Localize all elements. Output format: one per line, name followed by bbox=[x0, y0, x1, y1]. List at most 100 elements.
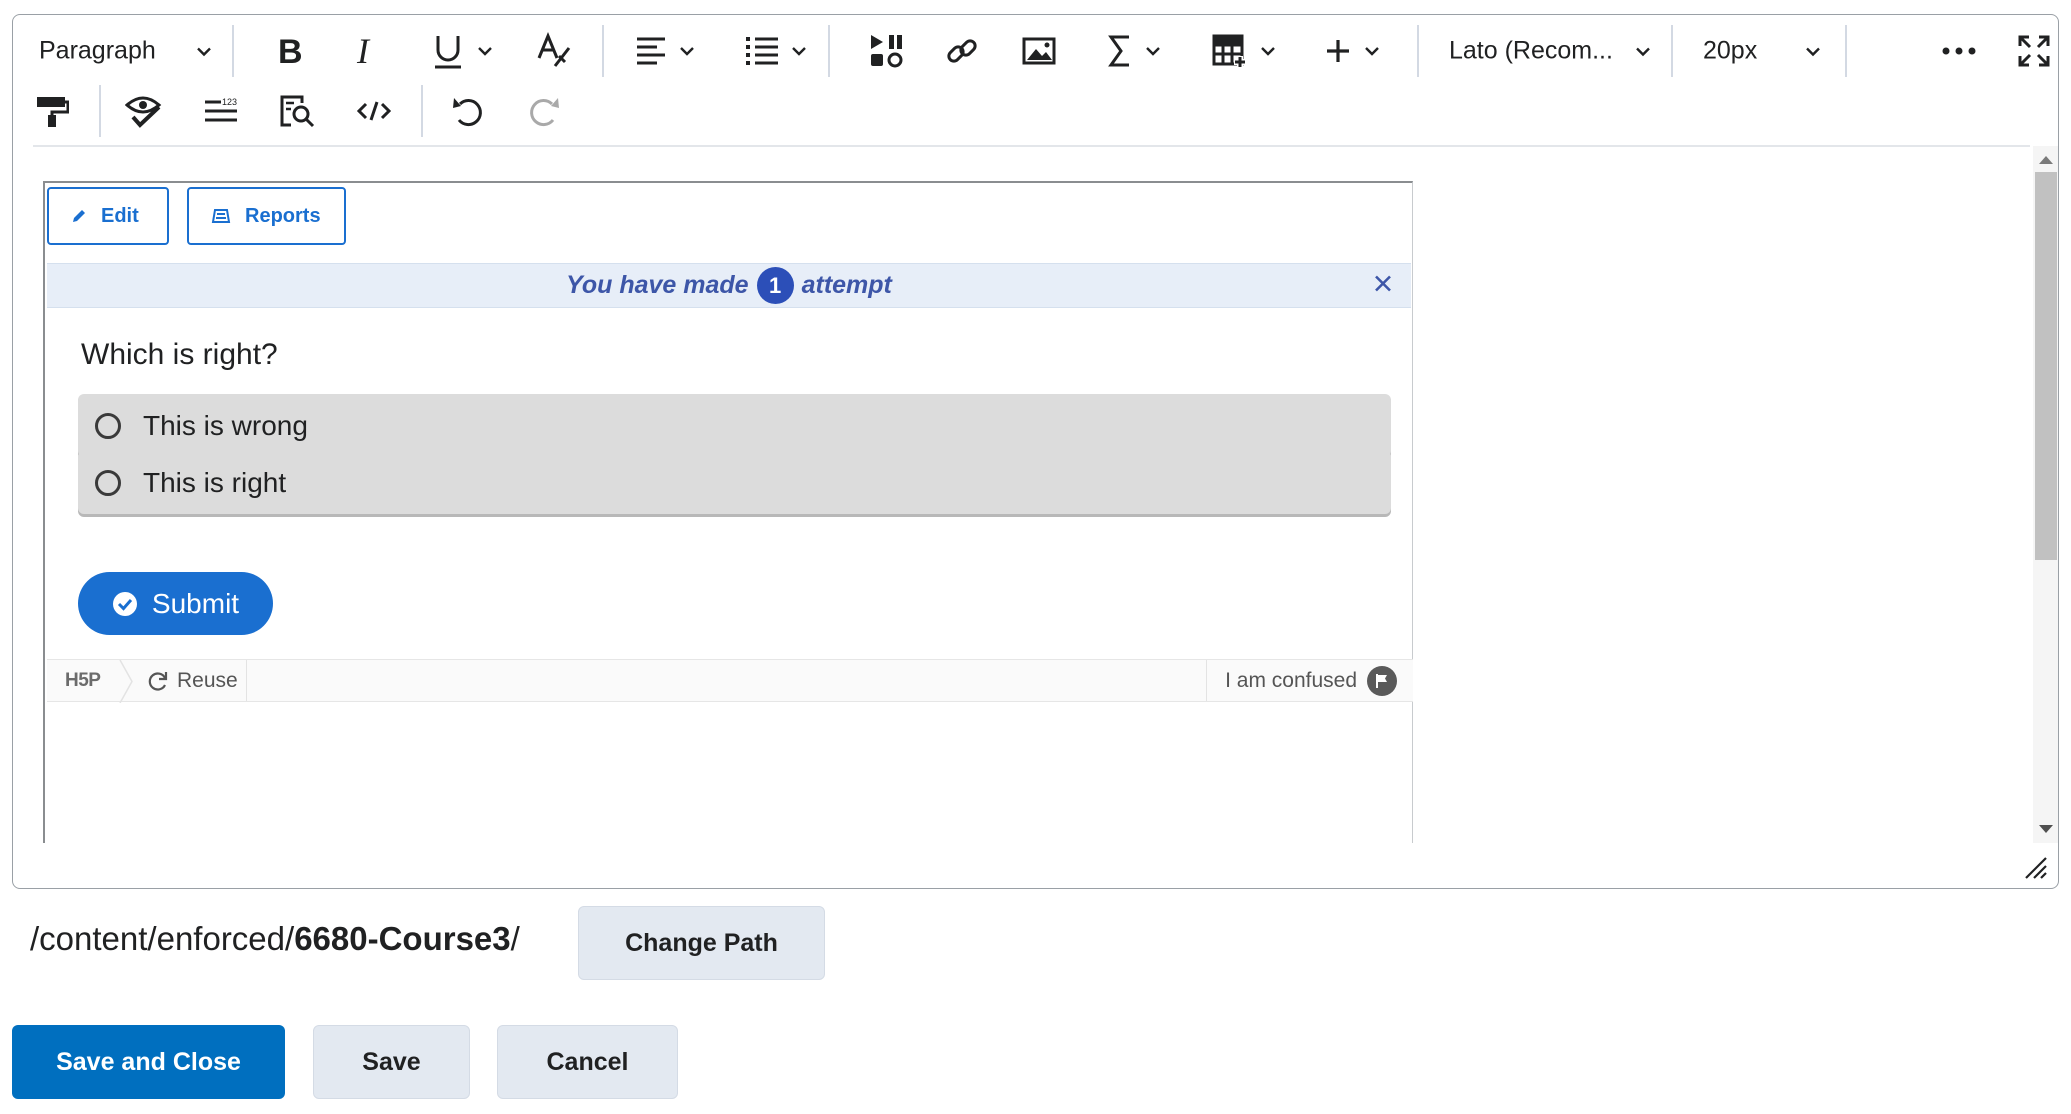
redo-icon bbox=[530, 98, 559, 127]
resize-handle-icon[interactable] bbox=[2022, 854, 2048, 880]
footer-separator bbox=[1206, 660, 1207, 701]
chevron-down-icon bbox=[1261, 47, 1275, 56]
answer-option[interactable]: This is right bbox=[78, 451, 1391, 514]
footer-separator bbox=[246, 660, 247, 701]
path-suffix: / bbox=[510, 920, 520, 957]
question-text: Which is right? bbox=[81, 338, 278, 371]
path-prefix: /content/enforced/ bbox=[30, 920, 295, 957]
reuse-button[interactable]: Reuse bbox=[147, 669, 238, 693]
align-dropdown[interactable] bbox=[635, 36, 697, 66]
refresh-icon bbox=[148, 671, 168, 691]
source-code-button[interactable] bbox=[357, 100, 391, 122]
flag-icon bbox=[1367, 665, 1397, 696]
h5p-edit-label: Edit bbox=[101, 204, 139, 227]
font-size-dropdown[interactable]: 20px bbox=[1703, 37, 1823, 66]
word-count-button[interactable]: 123 bbox=[203, 96, 239, 126]
content-scrollbar[interactable] bbox=[2033, 146, 2058, 843]
font-size-value: 20px bbox=[1703, 36, 1758, 65]
find-replace-button[interactable] bbox=[279, 94, 317, 128]
h5p-embed: Edit Reports You have made 1 attempt Whi… bbox=[43, 181, 1413, 843]
submit-label: Submit bbox=[151, 587, 240, 619]
underline-button[interactable] bbox=[431, 32, 495, 70]
format-painter-button[interactable] bbox=[35, 94, 69, 128]
chevron-down-icon bbox=[680, 47, 694, 56]
redo-button[interactable] bbox=[527, 94, 561, 128]
answer-option[interactable]: This is wrong bbox=[78, 394, 1391, 457]
font-family-value: Lato (Recom... bbox=[1449, 36, 1613, 65]
content-path: /content/enforced/6680-Course3/ bbox=[30, 920, 520, 958]
toolbar-separator bbox=[1417, 25, 1419, 77]
italic-icon: I bbox=[356, 34, 371, 68]
chevron-down-icon bbox=[792, 47, 806, 56]
align-left-icon bbox=[637, 37, 665, 65]
radio-icon bbox=[95, 412, 121, 439]
table-dropdown[interactable] bbox=[1212, 34, 1278, 68]
insert-stuff-button[interactable] bbox=[869, 33, 903, 69]
chevron-down-icon bbox=[478, 47, 492, 56]
text-style-icon bbox=[537, 32, 571, 67]
toolbar-separator bbox=[232, 25, 234, 77]
toolbar-row-1: Paragraph B I Lato (Recom... 20px bbox=[13, 21, 2058, 81]
attempt-count-badge: 1 bbox=[756, 267, 794, 304]
undo-button[interactable] bbox=[451, 94, 485, 128]
change-path-button[interactable]: Change Path bbox=[578, 906, 825, 980]
bold-icon: B bbox=[278, 34, 303, 68]
h5p-reports-button[interactable]: Reports bbox=[187, 187, 346, 245]
h5p-reports-label: Reports bbox=[245, 204, 321, 227]
undo-icon bbox=[453, 98, 482, 127]
word-count-icon: 123 bbox=[205, 97, 237, 122]
confused-button[interactable]: I am confused bbox=[1225, 665, 1397, 696]
code-icon bbox=[357, 101, 391, 121]
attempt-suffix: attempt bbox=[801, 271, 892, 299]
font-family-dropdown[interactable]: Lato (Recom... bbox=[1449, 37, 1653, 66]
equation-dropdown[interactable] bbox=[1107, 34, 1163, 68]
find-replace-icon bbox=[280, 95, 315, 128]
block-format-label: Paragraph bbox=[39, 36, 156, 65]
attempt-close-button[interactable] bbox=[1373, 271, 1393, 300]
toolbar-separator bbox=[1671, 25, 1673, 77]
block-format-dropdown[interactable]: Paragraph bbox=[39, 37, 214, 66]
cancel-button[interactable]: Cancel bbox=[497, 1025, 678, 1099]
rich-text-editor: Paragraph B I Lato (Recom... 20px 123 Ed… bbox=[12, 14, 2059, 889]
insert-link-button[interactable] bbox=[945, 34, 979, 68]
submit-button[interactable]: Submit bbox=[78, 572, 273, 635]
reports-icon bbox=[211, 209, 231, 223]
scroll-thumb[interactable] bbox=[2035, 172, 2057, 560]
fullscreen-icon bbox=[2018, 35, 2050, 67]
footer-divider-chevron bbox=[119, 660, 133, 703]
check-circle-icon bbox=[112, 591, 137, 616]
more-actions-button[interactable] bbox=[1942, 46, 1976, 56]
text-color-button[interactable] bbox=[535, 32, 573, 70]
save-button[interactable]: Save bbox=[313, 1025, 470, 1099]
toolbar-separator bbox=[828, 25, 830, 77]
reuse-label: Reuse bbox=[177, 668, 238, 692]
accessibility-checker-button[interactable] bbox=[125, 93, 163, 129]
h5p-edit-button[interactable]: Edit bbox=[47, 187, 169, 245]
scroll-up-arrow-icon[interactable] bbox=[2039, 156, 2053, 164]
image-icon bbox=[1022, 37, 1056, 65]
chevron-down-icon bbox=[1806, 47, 1821, 56]
fullscreen-button[interactable] bbox=[2018, 35, 2050, 67]
insert-image-button[interactable] bbox=[1022, 37, 1056, 65]
h5p-logo: H5P bbox=[65, 669, 101, 691]
toolbar-separator bbox=[1845, 25, 1847, 77]
chevron-down-icon bbox=[1636, 47, 1650, 56]
chevron-down-icon bbox=[196, 47, 211, 56]
save-and-close-button[interactable]: Save and Close bbox=[12, 1025, 285, 1099]
list-dropdown[interactable] bbox=[745, 35, 809, 67]
svg-text:123: 123 bbox=[222, 97, 237, 107]
scroll-down-arrow-icon[interactable] bbox=[2039, 825, 2053, 833]
answer-label: This is right bbox=[143, 466, 287, 498]
eye-check-icon bbox=[125, 96, 162, 128]
italic-button[interactable]: I bbox=[353, 34, 381, 68]
sigma-icon bbox=[1108, 35, 1129, 67]
toolbar-separator bbox=[99, 85, 101, 137]
confused-label: I am confused bbox=[1225, 668, 1357, 692]
pencil-icon bbox=[73, 210, 85, 222]
bullet-list-icon bbox=[746, 37, 778, 65]
editor-content[interactable]: Edit Reports You have made 1 attempt Whi… bbox=[13, 146, 2031, 843]
chevron-down-icon bbox=[1146, 47, 1160, 56]
bold-button[interactable]: B bbox=[275, 34, 307, 68]
plus-icon bbox=[1327, 40, 1349, 62]
insert-more-dropdown[interactable] bbox=[1324, 37, 1382, 65]
